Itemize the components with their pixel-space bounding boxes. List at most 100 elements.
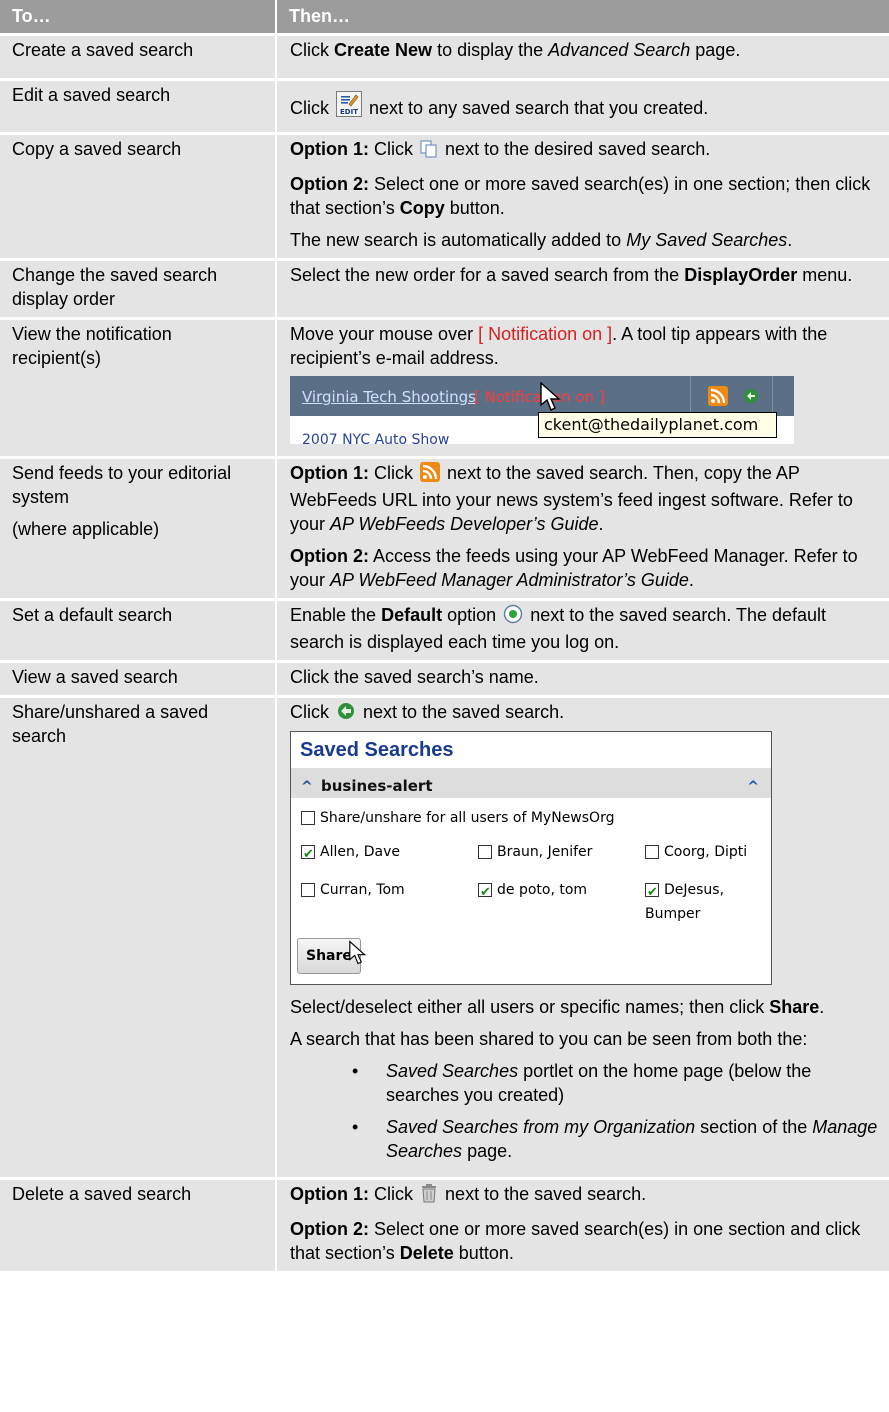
shared-locations-list: Saved Searches portlet on the home page … bbox=[290, 1059, 883, 1163]
text: next to the desired saved search. bbox=[445, 139, 711, 159]
share-all-checkbox[interactable] bbox=[301, 811, 315, 825]
user-checkbox-grid: Allen, Dave Braun, Jenifer Coorg, Dipti … bbox=[291, 836, 771, 926]
copy-icon bbox=[420, 140, 438, 164]
default-ref: Default bbox=[381, 605, 443, 625]
checkbox-checked[interactable] bbox=[301, 843, 315, 867]
feeds-option-1: Option 1: Click next to the saved search… bbox=[290, 461, 883, 536]
table-row: View the notification recipient(s) Move … bbox=[0, 317, 889, 458]
action-cell: Option 1: Click next to the saved search… bbox=[276, 456, 889, 600]
user-name: de poto, tom bbox=[497, 882, 588, 898]
task-label: Send feeds to your editorial system bbox=[12, 463, 232, 507]
text: . bbox=[819, 997, 825, 1017]
text: Select one or more saved search(es) in o… bbox=[290, 1219, 861, 1263]
task-label: Copy a saved search bbox=[12, 139, 182, 159]
table-row: Edit a saved search Click EDIT next to a… bbox=[0, 78, 889, 134]
saved-searches-screenshot: Saved Searches ^ busines-alert ^ Share/u… bbox=[290, 731, 772, 985]
action-cell: Click next to the saved search. Saved Se… bbox=[276, 695, 889, 1179]
copy-option-1: Option 1: Click next to the desired save… bbox=[290, 137, 883, 164]
table-row: Create a saved search Click Create New t… bbox=[0, 33, 889, 80]
text: Select one or more saved search(es) in o… bbox=[290, 174, 871, 218]
copy-note: The new search is automatically added to… bbox=[290, 228, 883, 252]
rss-icon bbox=[708, 386, 728, 412]
instructions-table: To… Then… Create a saved search Click Cr… bbox=[0, 0, 889, 1271]
option-label: Option 2: bbox=[290, 546, 369, 566]
action-cell: Select the new order for a saved search … bbox=[276, 258, 889, 319]
user-checkbox-item[interactable]: DeJesus, Bumper bbox=[645, 878, 775, 926]
rss-icon bbox=[420, 462, 441, 488]
tooltip: ckent@thedailyplanet.com bbox=[538, 412, 777, 438]
task-cell: Change the saved search display order bbox=[0, 258, 277, 319]
text: Move your mouse over bbox=[290, 324, 474, 344]
option-label: Option 1: bbox=[290, 1184, 369, 1204]
user-checkbox-item[interactable]: Braun, Jenifer bbox=[478, 840, 645, 864]
text: . bbox=[787, 230, 793, 250]
saved-search-link: 2007 NYC Auto Show bbox=[302, 432, 450, 448]
notification-screenshot: Virginia Tech Shootings [ Notification o… bbox=[290, 376, 794, 448]
group-header[interactable]: ^ busines-alert ^ bbox=[291, 768, 771, 798]
action-cell: Click the saved search’s name. bbox=[276, 660, 889, 697]
task-label: Delete a saved search bbox=[12, 1184, 192, 1204]
user-checkbox-item[interactable]: de poto, tom bbox=[478, 878, 645, 926]
share-all-label: Share/unshare for all users of MyNewsOrg bbox=[320, 810, 615, 826]
user-checkbox-item[interactable]: Coorg, Dipti bbox=[645, 840, 775, 864]
text: Enable the bbox=[290, 605, 377, 625]
text: Select the new order for a saved search … bbox=[290, 265, 680, 285]
feeds-option-2: Option 2: Access the feeds using your AP… bbox=[290, 544, 883, 592]
text: The new search is automatically added to bbox=[290, 230, 622, 250]
task-cell: Edit a saved search bbox=[0, 78, 277, 134]
task-cell: Send feeds to your editorial system (whe… bbox=[0, 456, 277, 600]
chevron-up-icon[interactable]: ^ bbox=[747, 775, 759, 799]
text: Select/deselect either all users or spec… bbox=[290, 997, 765, 1017]
share-all-row[interactable]: Share/unshare for all users of MyNewsOrg bbox=[291, 798, 771, 836]
user-name: Braun, Jenifer bbox=[497, 844, 593, 860]
checkbox[interactable] bbox=[478, 845, 492, 859]
table-row: Copy a saved search Option 1: Click next… bbox=[0, 132, 889, 260]
user-name: Allen, Dave bbox=[320, 844, 401, 860]
group-name: busines-alert bbox=[321, 777, 433, 795]
table-row: Set a default search Enable the Default … bbox=[0, 598, 889, 662]
task-label: Change the saved search display order bbox=[12, 265, 218, 309]
text: Click bbox=[290, 40, 329, 60]
task-label: Create a saved search bbox=[12, 40, 194, 60]
task-cell: Share/unshared a saved search bbox=[0, 695, 277, 1179]
list-item: Saved Searches from my Organization sect… bbox=[290, 1115, 883, 1163]
table-row: View a saved search Click the saved sear… bbox=[0, 660, 889, 697]
trash-icon bbox=[420, 1183, 438, 1209]
text: section of the bbox=[700, 1117, 808, 1137]
text: Click bbox=[290, 702, 329, 722]
chevron-up-icon: ^ bbox=[301, 779, 313, 795]
delete-option-1: Option 1: Click next to the saved search… bbox=[290, 1182, 883, 1209]
copy-option-2: Option 2: Select one or more saved searc… bbox=[290, 172, 883, 220]
portlet-ref: Saved Searches bbox=[386, 1061, 519, 1081]
checkbox-checked[interactable] bbox=[645, 881, 659, 905]
task-label: View the notification recipient(s) bbox=[12, 324, 172, 368]
text: to display the bbox=[437, 40, 544, 60]
checkbox[interactable] bbox=[301, 883, 315, 897]
edit-icon: EDIT bbox=[336, 91, 363, 123]
checkbox-checked[interactable] bbox=[478, 881, 492, 905]
header-then: Then… bbox=[276, 0, 889, 35]
user-name: Coorg, Dipti bbox=[664, 844, 748, 860]
action-cell: Click Create New to display the Advanced… bbox=[276, 33, 889, 80]
user-name: Curran, Tom bbox=[320, 882, 405, 898]
option-label: Option 2: bbox=[290, 1219, 369, 1239]
user-checkbox-item[interactable]: Allen, Dave bbox=[301, 840, 478, 867]
list-item: Saved Searches portlet on the home page … bbox=[290, 1059, 883, 1107]
task-cell: Delete a saved search bbox=[0, 1177, 277, 1271]
text: next to the saved search. bbox=[445, 1184, 647, 1204]
text: Click bbox=[374, 1184, 414, 1204]
saved-searches-title: Saved Searches bbox=[300, 739, 454, 761]
checkbox[interactable] bbox=[645, 845, 659, 859]
table-row: Send feeds to your editorial system (whe… bbox=[0, 456, 889, 600]
task-cell: Copy a saved search bbox=[0, 132, 277, 260]
header-to: To… bbox=[0, 0, 277, 35]
text: menu. bbox=[802, 265, 853, 285]
share-icon bbox=[336, 701, 356, 727]
user-checkbox-item[interactable]: Curran, Tom bbox=[301, 878, 478, 926]
share-icon bbox=[742, 387, 760, 411]
text: Click bbox=[374, 139, 414, 159]
copy-button-ref: Copy bbox=[399, 198, 445, 218]
section-ref: Saved Searches from my Organization bbox=[386, 1117, 696, 1137]
task-cell: View the notification recipient(s) bbox=[0, 317, 277, 458]
share-ref: Share bbox=[769, 997, 820, 1017]
